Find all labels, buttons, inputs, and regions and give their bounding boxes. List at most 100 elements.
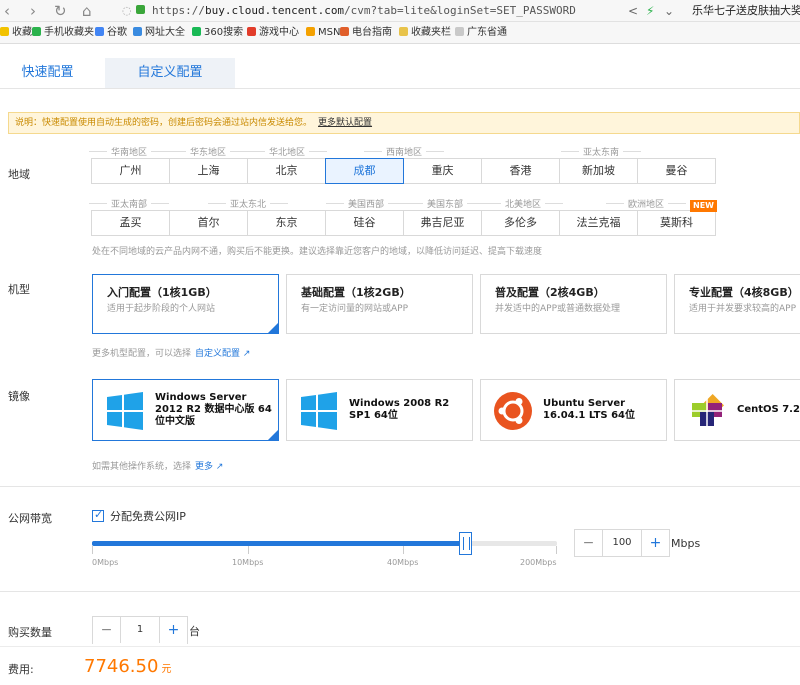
region-option[interactable]: 东京 bbox=[247, 210, 326, 236]
fee-currency: 元 bbox=[161, 664, 172, 675]
lock-icon bbox=[136, 5, 145, 14]
region-option[interactable]: 北京 bbox=[247, 158, 326, 184]
bandwidth-slider-track[interactable] bbox=[92, 541, 557, 546]
bandwidth-increment-button[interactable]: + bbox=[641, 530, 669, 556]
bandwidth-slider-handle[interactable] bbox=[459, 532, 472, 555]
bandwidth-input[interactable] bbox=[603, 530, 641, 556]
bookmark-label: 收藏 bbox=[12, 27, 32, 38]
image-card-centos[interactable]: CentOS 7.2 64位 bbox=[674, 379, 800, 441]
region-option[interactable]: 曼谷 bbox=[637, 158, 716, 184]
external-link-icon: ↗ bbox=[242, 349, 251, 359]
model-hint: 更多机型配置，可以选择 自定义配置 ↗ bbox=[92, 346, 250, 359]
bookmark-item[interactable]: 360搜索 bbox=[192, 22, 243, 43]
config-tabs: 快速配置 自定义配置 bbox=[0, 58, 800, 88]
group-label: 华北地区 bbox=[246, 145, 328, 158]
model-card-basic-entry[interactable]: 入门配置（1核1GB） 适用于起步阶段的个人网站 bbox=[92, 274, 279, 334]
bookmark-item[interactable]: 手机收藏夹 bbox=[32, 22, 94, 43]
free-ip-checkbox[interactable] bbox=[92, 508, 104, 522]
url-path: /cvm?tab=lite&loginSet=SET_PASSWORD bbox=[344, 4, 576, 17]
bookmark-item[interactable]: 电台指南 bbox=[340, 22, 392, 43]
bookmark-label: 手机收藏夹 bbox=[44, 27, 94, 38]
region-option[interactable]: 莫斯科 NEW bbox=[637, 200, 717, 236]
bookmark-item[interactable]: 收藏夹栏 bbox=[399, 22, 451, 43]
image-name: Windows 2008 R2 SP1 64位 bbox=[349, 398, 450, 421]
model-title: 专业配置（4核8GB） bbox=[689, 286, 799, 299]
region-option[interactable]: 首尔 bbox=[169, 210, 248, 236]
forward-icon[interactable]: › bbox=[30, 1, 36, 21]
promo-text[interactable]: 乐华七子送皮肤抽大奖 bbox=[692, 2, 800, 20]
back-icon[interactable]: ‹ bbox=[4, 1, 10, 21]
group-label: 亚太南部 bbox=[88, 197, 170, 210]
quantity-increment-button[interactable]: + bbox=[159, 617, 187, 643]
region-option[interactable]: 上海 bbox=[169, 158, 248, 184]
lightning-icon[interactable]: ⚡ bbox=[646, 1, 654, 21]
region-option-label: 东京 bbox=[275, 216, 298, 229]
bookmark-icon bbox=[95, 27, 104, 36]
image-card-ubuntu[interactable]: Ubuntu Server 16.04.1 LTS 64位 bbox=[480, 379, 667, 441]
group-label: 欧洲地区 bbox=[605, 197, 687, 210]
image-hint-text: 如需其他操作系统，选择 bbox=[92, 462, 192, 472]
slider-tick-label: 10Mbps bbox=[232, 558, 264, 567]
group-label: 华南地区 bbox=[88, 145, 170, 158]
more-defaults-link[interactable]: 更多默认配置 bbox=[318, 118, 372, 128]
quantity-decrement-button[interactable]: − bbox=[93, 617, 121, 643]
region-option-label: 新加坡 bbox=[582, 164, 615, 177]
region-option[interactable]: 成都 bbox=[325, 158, 404, 184]
model-desc: 适用于起步阶段的个人网站 bbox=[107, 304, 216, 314]
tab-custom-config[interactable]: 自定义配置 bbox=[105, 58, 235, 88]
region-option-label: 上海 bbox=[197, 164, 220, 177]
region-option[interactable]: 新加坡 bbox=[559, 158, 638, 184]
model-card-pro[interactable]: 专业配置（4核8GB） 适用于并发要求较高的APP bbox=[674, 274, 800, 334]
custom-config-link[interactable]: 自定义配置 bbox=[195, 349, 240, 359]
ubuntu-icon bbox=[494, 392, 532, 430]
image-name: CentOS 7.2 64位 bbox=[737, 404, 800, 415]
region-option[interactable]: 广州 bbox=[91, 158, 170, 184]
region-cities-row1: 广州 上海 北京 成都 重庆 香港 新加坡 曼谷 bbox=[91, 158, 716, 184]
image-label: 镜像 bbox=[8, 390, 30, 403]
bookmark-icon bbox=[399, 27, 408, 36]
fee-amount: 7746.50 元 bbox=[84, 656, 171, 677]
model-card-popular[interactable]: 普及配置（2核4GB） 并发适中的APP或普通数据处理 bbox=[480, 274, 667, 334]
region-option-label: 曼谷 bbox=[665, 164, 688, 177]
centos-icon bbox=[689, 393, 725, 429]
more-images-link[interactable]: 更多 bbox=[195, 462, 213, 472]
region-option[interactable]: 孟买 bbox=[91, 210, 170, 236]
region-option[interactable]: 弗吉尼亚 bbox=[403, 210, 482, 236]
region-option-label: 法兰克福 bbox=[576, 216, 621, 229]
browser-toolbar: ‹ › ↻ ⌂ ◌ https://buy.cloud.tencent.com/… bbox=[0, 0, 800, 22]
slider-tick bbox=[92, 546, 93, 554]
page-info-icon[interactable]: ◌ bbox=[122, 1, 132, 21]
dropdown-icon[interactable]: ⌄ bbox=[664, 1, 674, 21]
region-option[interactable]: 多伦多 bbox=[481, 210, 560, 236]
bookmark-item[interactable]: 收藏 bbox=[0, 22, 32, 43]
refresh-icon[interactable]: ↻ bbox=[54, 1, 67, 21]
image-card-win2012[interactable]: Windows Server 2012 R2 数据中心版 64位中文版 bbox=[92, 379, 279, 441]
bookmark-label: 谷歌 bbox=[107, 27, 127, 38]
home-icon[interactable]: ⌂ bbox=[82, 1, 92, 21]
model-card-basic[interactable]: 基础配置（1核2GB） 有一定访问量的网站或APP bbox=[286, 274, 473, 334]
quantity-input[interactable] bbox=[121, 617, 159, 643]
slider-tick-label: 0Mbps bbox=[92, 558, 119, 567]
model-desc: 并发适中的APP或普通数据处理 bbox=[495, 304, 621, 314]
region-option-label: 硅谷 bbox=[353, 216, 376, 229]
bookmark-item[interactable]: MSN bbox=[306, 22, 340, 43]
region-option[interactable]: 香港 bbox=[481, 158, 560, 184]
tab-quick-config[interactable]: 快速配置 bbox=[0, 58, 95, 88]
windows-icon bbox=[107, 392, 143, 430]
model-title: 基础配置（1核2GB） bbox=[301, 286, 411, 299]
address-bar[interactable]: https://buy.cloud.tencent.com/cvm?tab=li… bbox=[152, 2, 576, 20]
region-option[interactable]: 重庆 bbox=[403, 158, 482, 184]
bookmark-icon bbox=[32, 27, 41, 36]
bookmark-item[interactable]: 游戏中心 bbox=[247, 22, 299, 43]
image-card-win2008[interactable]: Windows 2008 R2 SP1 64位 bbox=[286, 379, 473, 441]
bandwidth-decrement-button[interactable]: − bbox=[575, 530, 603, 556]
share-icon[interactable]: < bbox=[628, 1, 638, 21]
bookmark-item[interactable]: 谷歌 bbox=[95, 22, 127, 43]
bookmark-item[interactable]: 网址大全 bbox=[133, 22, 185, 43]
bookmark-label: 电台指南 bbox=[352, 27, 392, 38]
region-option[interactable]: 法兰克福 bbox=[559, 210, 638, 236]
bookmark-item[interactable]: 广东省通 bbox=[455, 22, 507, 43]
notice-text: 说明：快速配置使用自动生成的密码，创建后密码会通过站内信发送给您。 bbox=[15, 118, 313, 128]
bookmark-icon bbox=[306, 27, 315, 36]
region-option[interactable]: 硅谷 bbox=[325, 210, 404, 236]
